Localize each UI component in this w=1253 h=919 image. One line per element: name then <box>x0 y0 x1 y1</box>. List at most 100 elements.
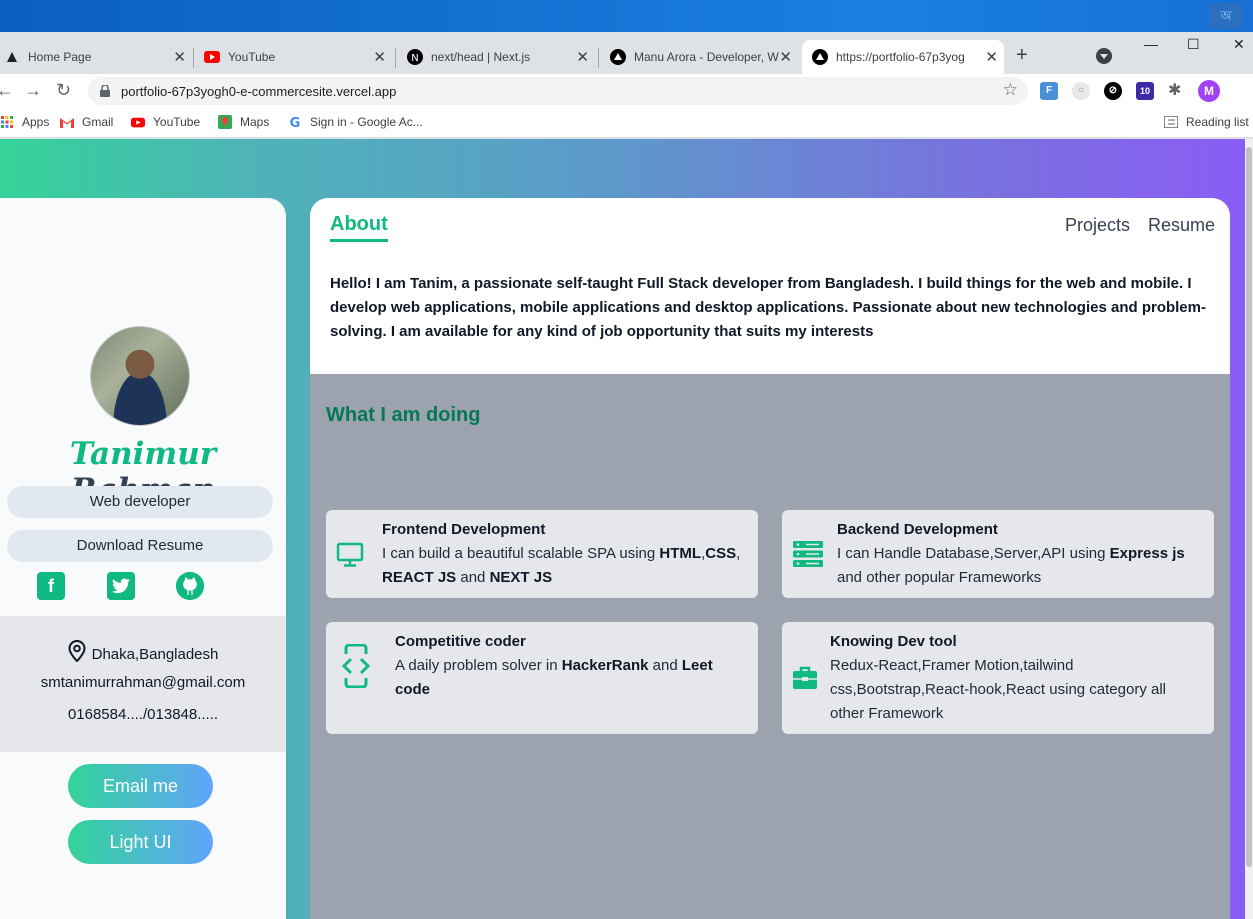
bookmark-label: Gmail <box>82 115 114 129</box>
reading-list[interactable]: Reading list <box>1164 115 1249 129</box>
youtube-icon <box>204 49 220 65</box>
bookmarks-bar: Apps Gmail YouTube Maps G Sign in - Goog… <box>0 108 1253 138</box>
tab-label: YouTube <box>228 50 276 64</box>
reload-icon[interactable]: ↻ <box>56 80 71 101</box>
extension-circle-icon[interactable]: ○ <box>1072 82 1090 100</box>
social-links: f <box>0 572 286 602</box>
service-description: I can build a beautiful scalable SPA usi… <box>382 545 741 586</box>
location-row: Dhaka,Bangladesh <box>0 640 286 663</box>
page-viewport: Tanimur Rahman Web developer Download Re… <box>0 139 1253 919</box>
github-icon[interactable] <box>176 572 204 600</box>
tab-separator <box>395 48 396 68</box>
tab-close-icon[interactable]: ✕ <box>985 48 998 66</box>
service-card-competitive: Competitive coder A daily problem solver… <box>326 622 758 734</box>
tab-label: Home Page <box>28 50 92 64</box>
page-scrollbar[interactable] <box>1245 139 1253 919</box>
os-tray-icon[interactable]: অ <box>1209 3 1243 29</box>
bookmark-gmail[interactable]: Gmail <box>60 115 113 129</box>
tab-close-icon[interactable]: ✕ <box>173 48 186 66</box>
tab-search-icon[interactable] <box>1096 48 1112 64</box>
back-icon[interactable]: ← <box>0 80 14 101</box>
url-text: portfolio-67p3yogh0-e-commercesite.verce… <box>121 84 397 99</box>
service-title: Competitive coder <box>395 633 526 650</box>
bookmark-label: YouTube <box>153 115 201 129</box>
apps-grid-icon <box>0 115 14 129</box>
bookmark-star-icon[interactable]: ☆ <box>1003 80 1018 100</box>
contact-info: Dhaka,Bangladesh smtanimurrahman@gmail.c… <box>0 616 286 752</box>
role-badge: Web developer <box>7 486 273 518</box>
about-section: About Projects Resume Hello! I am Tanim,… <box>310 198 1230 374</box>
tab-home-page[interactable]: Home Page ✕ <box>2 40 192 74</box>
mobile-code-icon <box>341 644 371 688</box>
first-name: Tanimur <box>69 436 217 472</box>
scrollbar-thumb[interactable] <box>1246 147 1252 867</box>
email-text[interactable]: smtanimurrahman@gmail.com <box>0 674 286 691</box>
profile-card: Tanimur Rahman Web developer Download Re… <box>0 198 286 919</box>
section-title: What I am doing <box>326 404 481 426</box>
reading-list-label: Reading list <box>1186 115 1249 129</box>
close-window-icon[interactable]: ✕ <box>1233 36 1245 53</box>
extensions-puzzle-icon[interactable]: ✱ <box>1168 80 1181 100</box>
browser-tabstrip: Home Page ✕ YouTube ✕ N next/head | Next… <box>0 32 1253 74</box>
extension-badge: 10 <box>1139 86 1150 96</box>
maps-pin-icon <box>218 115 232 129</box>
bookmark-label: Apps <box>22 115 50 129</box>
nextjs-logo-icon: N <box>407 49 423 65</box>
reading-list-icon <box>1164 115 1178 129</box>
profile-avatar[interactable]: M <box>1198 80 1220 102</box>
tab-close-icon[interactable]: ✕ <box>779 48 792 66</box>
tab-label: Manu Arora - Developer, W <box>634 50 779 64</box>
location-pin-icon <box>68 640 86 662</box>
forward-icon[interactable]: → <box>24 80 42 101</box>
main-content: About Projects Resume Hello! I am Tanim,… <box>310 198 1230 919</box>
gmail-icon <box>60 115 74 129</box>
tab-portfolio-active[interactable]: https://portfolio-67p3yog ✕ <box>802 40 1004 74</box>
service-title: Frontend Development <box>382 521 546 538</box>
minimize-icon[interactable]: — <box>1144 36 1158 52</box>
tab-manu-arora[interactable]: Manu Arora - Developer, W ✕ <box>608 40 798 74</box>
location-text: Dhaka,Bangladesh <box>91 646 219 663</box>
light-ui-toggle-button[interactable]: Light UI <box>68 820 213 864</box>
tab-next-head[interactable]: N next/head | Next.js ✕ <box>405 40 595 74</box>
service-card-devtools: Knowing Dev tool Redux-React,Framer Moti… <box>782 622 1214 734</box>
address-bar[interactable]: portfolio-67p3yogh0-e-commercesite.verce… <box>88 77 1028 105</box>
nav-about[interactable]: About <box>330 213 388 242</box>
phone-text: 0168584..../013848..... <box>67 706 219 723</box>
bookmark-youtube[interactable]: YouTube <box>131 115 200 129</box>
tab-youtube[interactable]: YouTube ✕ <box>202 40 392 74</box>
google-g-icon: G <box>288 115 302 129</box>
extension-graduation-icon[interactable]: 10 <box>1136 82 1154 100</box>
service-card-backend: Backend Development I can Handle Databas… <box>782 510 1214 598</box>
server-icon <box>793 541 823 567</box>
tab-close-icon[interactable]: ✕ <box>373 48 386 66</box>
nav-projects[interactable]: Projects <box>1065 215 1130 236</box>
tab-label: https://portfolio-67p3yog <box>836 50 965 64</box>
bookmark-apps[interactable]: Apps <box>0 115 49 129</box>
facebook-icon[interactable]: f <box>37 572 65 600</box>
email-me-button[interactable]: Email me <box>68 764 213 808</box>
tab-separator <box>598 48 599 68</box>
bookmark-label: Maps <box>240 115 270 129</box>
lock-icon <box>100 85 110 97</box>
tab-label: next/head | Next.js <box>431 50 531 64</box>
extension-dark-icon[interactable]: ⊘ <box>1104 82 1122 100</box>
service-card-frontend: Frontend Development I can build a beaut… <box>326 510 758 598</box>
download-resume-button[interactable]: Download Resume <box>7 530 273 562</box>
nav-resume[interactable]: Resume <box>1148 215 1215 236</box>
browser-toolbar: ← → ↻ portfolio-67p3yogh0-e-commercesite… <box>0 74 1253 108</box>
vercel-logo-icon <box>610 49 626 65</box>
extension-translate-icon[interactable]: F <box>1040 82 1058 100</box>
about-bio: Hello! I am Tanim, a passionate self-tau… <box>330 275 1206 340</box>
tab-separator <box>193 48 194 68</box>
triangle-logo-icon <box>4 49 20 65</box>
maximize-icon[interactable]: ☐ <box>1187 36 1200 53</box>
bookmark-label: Sign in - Google Ac... <box>310 115 423 129</box>
bookmark-google-signin[interactable]: G Sign in - Google Ac... <box>288 115 423 129</box>
service-title: Knowing Dev tool <box>830 633 957 650</box>
tab-close-icon[interactable]: ✕ <box>576 48 589 66</box>
twitter-icon[interactable] <box>107 572 135 600</box>
service-description: Redux-React,Framer Motion,tailwind css,B… <box>830 657 1166 722</box>
avatar <box>90 326 190 426</box>
bookmark-maps[interactable]: Maps <box>218 115 269 129</box>
new-tab-button[interactable]: + <box>1016 44 1028 67</box>
